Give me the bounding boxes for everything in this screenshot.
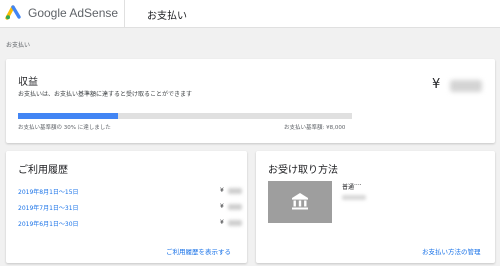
account-number-masked: ···· — [354, 182, 362, 189]
progress-status-text: お支払い基準額の 30% に達しました — [18, 125, 111, 131]
threshold-progress-bar — [18, 113, 352, 119]
payment-method-card: お受け取り方法 普通 ···· お支払い方法の管理 — [256, 151, 495, 263]
history-period-link[interactable]: 2019年7月1日～31日 — [18, 203, 79, 212]
threshold-progress-fill — [18, 113, 119, 119]
manage-payment-method-link[interactable]: お支払い方法の管理 — [422, 246, 481, 256]
history-period-link[interactable]: 2019年8月1日～15日 — [18, 187, 79, 196]
history-amount-redacted — [228, 204, 242, 210]
balance-currency: ¥ — [432, 77, 441, 92]
balance-amount-redacted — [450, 80, 482, 92]
payment-method-title: お受け取り方法 — [268, 165, 338, 176]
bank-icon-tile — [268, 181, 332, 223]
header-divider — [124, 0, 125, 28]
earnings-description: お支払いは、お支払い基準額に達すると受け取ることができます — [18, 91, 193, 98]
account-type: 普通 — [342, 184, 355, 191]
view-transactions-link[interactable]: ご利用履歴を表示する — [166, 246, 231, 256]
top-app-bar: Google AdSense お支払い — [0, 0, 500, 28]
history-currency: ¥ — [220, 187, 224, 194]
bank-icon — [292, 193, 308, 210]
transactions-card: ご利用履歴 2019年8月1日～15日 ¥ 2019年7月1日～31日 ¥ 20… — [6, 151, 247, 263]
product-name[interactable]: Google AdSense — [28, 6, 118, 20]
history-amount-redacted — [228, 220, 242, 226]
adsense-logo-icon[interactable] — [5, 4, 23, 20]
bank-name-redacted — [342, 195, 366, 200]
history-currency: ¥ — [220, 203, 224, 210]
history-amount-redacted — [228, 188, 242, 194]
page-title: お支払い — [147, 11, 187, 22]
transactions-title: ご利用履歴 — [18, 165, 68, 176]
earnings-card: 収益 お支払いは、お支払い基準額に達すると受け取ることができます ¥ お支払い基… — [6, 59, 495, 143]
history-row: 2019年7月1日～31日 ¥ — [18, 203, 243, 213]
earnings-title: 収益 — [18, 77, 38, 88]
history-row: 2019年8月1日～15日 ¥ — [18, 187, 243, 197]
breadcrumb: お支払い — [6, 42, 31, 49]
history-row: 2019年6月1日～30日 ¥ — [18, 219, 243, 229]
history-currency: ¥ — [220, 219, 224, 226]
history-period-link[interactable]: 2019年6月1日～30日 — [18, 219, 79, 228]
threshold-amount-text: お支払い基準額: ¥8,000 — [284, 125, 346, 131]
